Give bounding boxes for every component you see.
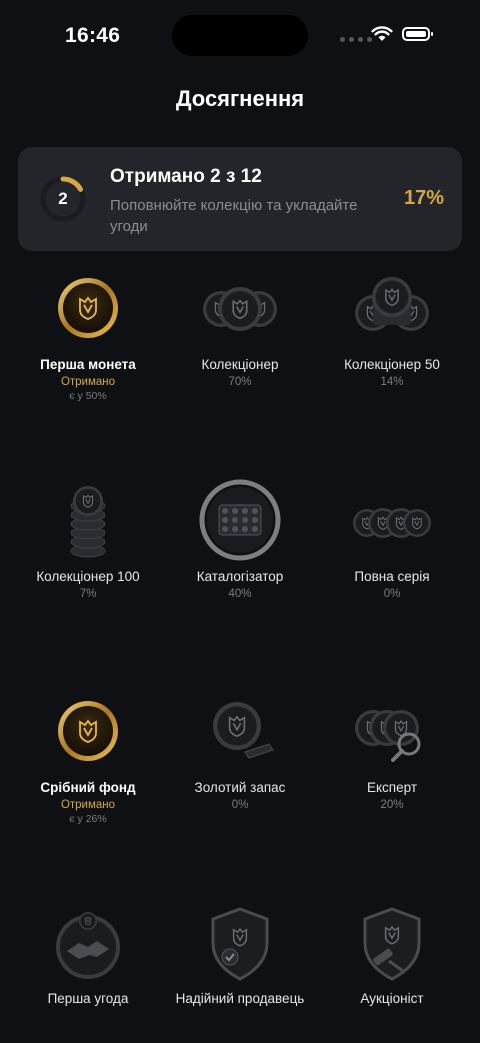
achievement-name: Експерт	[366, 780, 418, 795]
achievement-status: 40%	[228, 588, 252, 600]
gavel-shield-icon	[349, 899, 435, 985]
achievement-name: Колекціонер 50	[344, 357, 440, 372]
achievement-name: Перша угода	[47, 991, 129, 1006]
achievement-status: Отримано	[60, 799, 116, 811]
coin-bar-icon	[197, 688, 283, 774]
dynamic-island	[172, 15, 308, 56]
achievement-status: 20%	[380, 799, 404, 811]
achievement-name: Золотий запас	[194, 780, 286, 795]
achievement-gold-reserve[interactable]: Золотий запас 0%	[160, 688, 320, 811]
gold-coin-icon	[45, 265, 131, 351]
achievement-first-deal[interactable]: Перша угода	[8, 899, 168, 1006]
shield-check-icon	[197, 899, 283, 985]
coin-pile-icon	[349, 265, 435, 351]
status-bar: 16:46	[0, 0, 480, 70]
achievement-full-series[interactable]: Повна серія 0%	[312, 477, 472, 600]
album-icon	[197, 477, 283, 563]
achievement-status: 7%	[79, 588, 97, 600]
summary-percent: 17%	[403, 187, 444, 209]
achievement-silver-fund[interactable]: Срібний фонд Отримано є у 26%	[8, 688, 168, 825]
achievement-owned: є у 26%	[69, 813, 107, 825]
cellular-signal-icon	[340, 37, 372, 42]
achievement-reliable-seller[interactable]: Надійний продавець	[160, 899, 320, 1006]
progress-count: 2	[58, 189, 68, 208]
achievement-name: Надійний продавець	[175, 991, 305, 1006]
achievement-status: Отримано	[60, 376, 116, 388]
coin-tower-icon	[45, 477, 131, 563]
clock: 16:46	[65, 24, 121, 47]
coin-row-icon	[349, 477, 435, 563]
achievement-collector[interactable]: Колекціонер 70%	[160, 265, 320, 388]
wifi-icon	[371, 26, 393, 41]
summary-title: Отримано 2 з 12	[110, 166, 262, 187]
gold-coin-icon	[45, 688, 131, 774]
achievements-summary-card: 2 Отримано 2 з 12 Поповнюйте колекцію та…	[18, 147, 462, 251]
achievement-name: Каталогізатор	[196, 569, 284, 584]
magnifier-coins-icon	[349, 688, 435, 774]
achievement-status: 70%	[228, 376, 252, 388]
handshake-icon	[45, 899, 131, 985]
achievement-name: Аукціоніст	[360, 991, 424, 1006]
battery-icon	[402, 27, 433, 41]
achievement-name: Колекціонер 100	[36, 569, 140, 584]
achievement-name: Перша монета	[40, 357, 136, 372]
achievement-auctioneer[interactable]: Аукціоніст	[312, 899, 472, 1006]
coin-trio-icon	[197, 265, 283, 351]
summary-subtitle: Поповнюйте колекцію та укладайте угоди	[110, 197, 358, 235]
achievement-name: Колекціонер	[201, 357, 279, 372]
achievement-collector-100[interactable]: Колекціонер 100 7%	[8, 477, 168, 600]
achievement-first-coin[interactable]: Перша монета Отримано є у 50%	[8, 265, 168, 402]
achievement-status: 0%	[383, 588, 401, 600]
achievement-expert[interactable]: Експерт 20%	[312, 688, 472, 811]
page-title: Досягнення	[175, 86, 305, 111]
achievement-status: 0%	[231, 799, 249, 811]
achievement-collector-50[interactable]: Колекціонер 50 14%	[312, 265, 472, 388]
achievement-name: Повна серія	[354, 569, 430, 584]
achievement-cataloguer[interactable]: Каталогізатор 40%	[160, 477, 320, 600]
achievement-name: Срібний фонд	[40, 780, 136, 795]
achievement-status: 14%	[380, 376, 404, 388]
achievement-owned: є у 50%	[69, 390, 107, 402]
